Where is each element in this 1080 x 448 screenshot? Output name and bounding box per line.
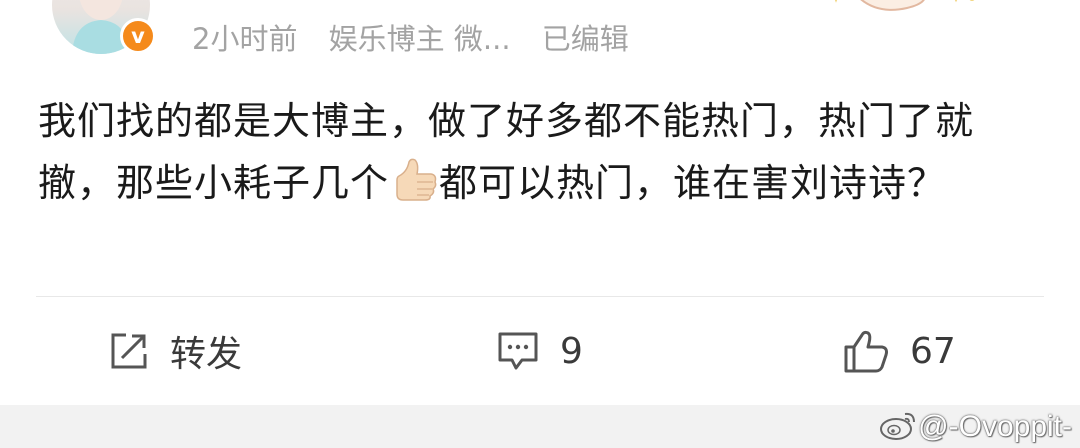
comment-button[interactable]: 9 — [496, 326, 583, 376]
watermark: @-Ovoppit- — [878, 405, 1072, 448]
weibo-logo-icon — [878, 408, 918, 446]
decorative-sticker — [812, 0, 982, 20]
footer-bar: @-Ovoppit- — [0, 405, 1080, 448]
thumbs-up-icon — [389, 158, 439, 202]
watermark-handle: @-Ovoppit- — [918, 409, 1072, 443]
author-tag[interactable]: 娱乐博主 微... — [329, 22, 511, 56]
like-count: 67 — [910, 330, 956, 372]
post-text: 我们找的都是大博主，做了好多都不能热门，热门了就撤，那些小耗子几个 都可以热门，… — [38, 90, 1048, 214]
verified-v-badge: v — [120, 18, 156, 54]
repost-label: 转发 — [170, 334, 243, 375]
repost-button[interactable]: 转发 — [108, 326, 242, 376]
like-icon — [842, 329, 890, 373]
weibo-post-card: v 2小时前 娱乐博主 微... 已编辑 我们找的都是大博主，做了好多都不能热门… — [0, 0, 1080, 405]
edited-label: 已编辑 — [541, 22, 629, 56]
divider — [36, 296, 1044, 297]
comment-count: 9 — [560, 330, 583, 372]
post-meta: 2小时前 娱乐博主 微... 已编辑 — [192, 16, 651, 58]
post-text-part-2: 都可以热门，谁在害刘诗诗？ — [439, 161, 947, 205]
user-avatar[interactable]: v — [52, 0, 156, 54]
comment-icon — [496, 330, 540, 372]
post-time: 2小时前 — [192, 22, 298, 56]
like-button[interactable]: 67 — [842, 326, 956, 376]
share-icon — [108, 330, 150, 372]
